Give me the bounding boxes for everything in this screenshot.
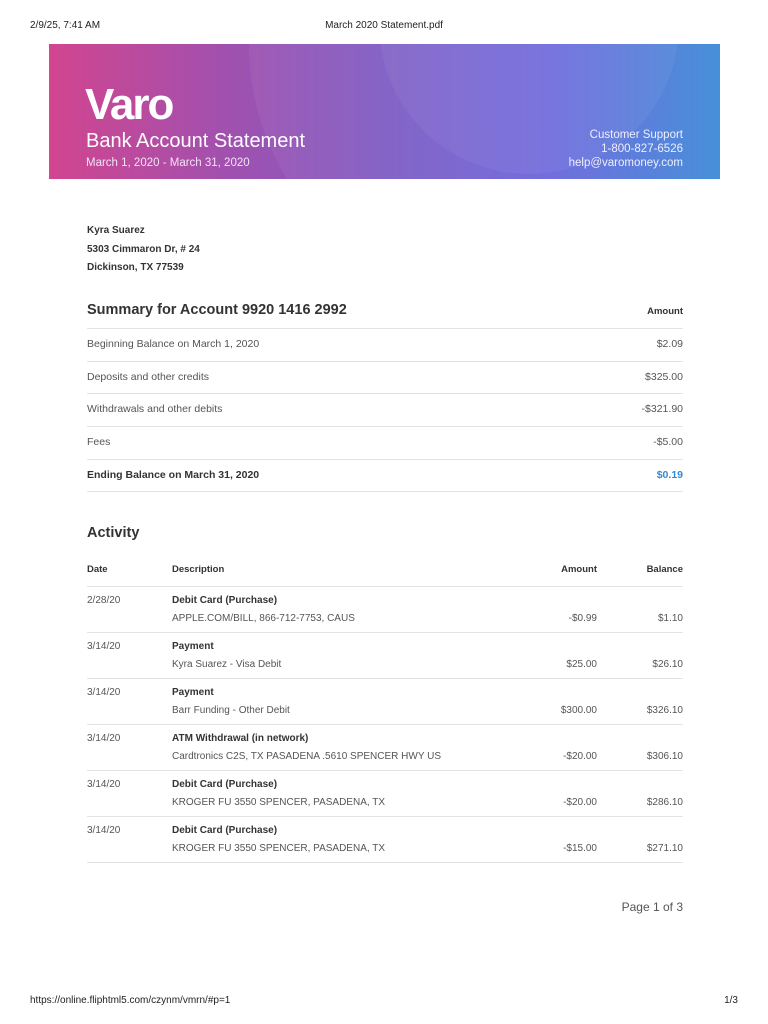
customer-name: Kyra Suarez xyxy=(87,225,145,236)
summary-title: Summary for Account 9920 1416 2992 xyxy=(87,302,347,318)
summary-row: Fees -$5.00 xyxy=(87,427,683,460)
summary-label: Deposits and other credits xyxy=(87,371,209,383)
transaction-date: 3/14/20 xyxy=(87,687,121,698)
statement-period: March 1, 2020 - March 31, 2020 xyxy=(86,157,250,169)
document-title: March 2020 Statement.pdf xyxy=(325,20,443,31)
transaction-type: Payment xyxy=(172,641,214,652)
activity-row: 3/14/20 Debit Card (Purchase) KROGER FU 35… xyxy=(87,817,683,863)
transaction-detail: Kyra Suarez - Visa Debit xyxy=(172,659,282,670)
summary-row: Beginning Balance on March 1, 2020 $2.09 xyxy=(87,329,683,362)
transaction-balance: $306.10 xyxy=(646,751,683,762)
activity-row: 3/14/20 Debit Card (Purchase) KROGER FU 35… xyxy=(87,771,683,817)
description-header: Description xyxy=(172,564,225,575)
summary-value: $2.09 xyxy=(656,338,683,350)
transaction-amount: $300.00 xyxy=(560,705,597,716)
summary-row: Deposits and other credits $325.00 xyxy=(87,362,683,394)
activity-header: Date Description Amount Balance xyxy=(87,564,683,587)
support-email: help@varomoney.com xyxy=(568,157,683,169)
activity-title: Activity xyxy=(87,525,140,541)
customer-street: 5303 Cimmaron Dr, # 24 xyxy=(87,243,200,255)
transaction-amount: -$20.00 xyxy=(563,797,597,808)
support-label: Customer Support xyxy=(589,129,683,141)
transaction-amount: -$0.99 xyxy=(568,613,597,624)
summary-value: $325.00 xyxy=(645,371,683,383)
activity-row: 2/28/20 Debit Card (Purchase) APPLE.COM/BI… xyxy=(87,587,683,633)
summary-label: Withdrawals and other debits xyxy=(87,403,223,415)
ending-balance-row: Ending Balance on March 31, 2020 $0.19 xyxy=(87,460,683,492)
customer-support: Customer Support 1-800-827-6526 help@var… xyxy=(569,128,683,170)
transaction-date: 3/14/20 xyxy=(87,641,121,652)
transaction-balance: $286.10 xyxy=(646,797,683,808)
page-number: Page 1 of 3 xyxy=(621,900,683,914)
transaction-balance: $1.10 xyxy=(657,613,683,624)
statement-banner: Varo Bank Account Statement March 1, 202… xyxy=(49,44,720,179)
transaction-date: 2/28/20 xyxy=(87,595,121,606)
activity-row: 3/14/20 Payment Kyra Suarez - Visa Debit $2… xyxy=(87,633,683,679)
summary-row: Withdrawals and other debits -$321.90 xyxy=(87,394,683,427)
amount-header: Amount xyxy=(561,564,597,575)
transaction-type: ATM Withdrawal (in network) xyxy=(172,733,309,744)
transaction-date: 3/14/20 xyxy=(87,779,121,790)
amount-header: Amount xyxy=(647,306,683,317)
summary-header: Summary for Account 9920 1416 2992 Amoun… xyxy=(87,302,683,329)
transaction-amount: $25.00 xyxy=(566,659,597,670)
transaction-detail: APPLE.COM/BILL, 866-712-7753, CAUS xyxy=(172,613,355,624)
support-phone: 1-800-827-6526 xyxy=(601,143,683,155)
ending-balance-label: Ending Balance on March 31, 2020 xyxy=(87,469,260,481)
page-url: https://online.fliphtml5.com/czynm/vmrn/… xyxy=(30,995,231,1006)
transaction-detail: KROGER FU 3550 SPENCER, PASADENA, TX xyxy=(172,843,386,854)
summary-value: -$5.00 xyxy=(653,436,683,448)
summary-label: Beginning Balance on March 1, 2020 xyxy=(87,338,260,350)
customer-address: Kyra Suarez 5303 Cimmaron Dr, # 24 Dicki… xyxy=(87,222,200,278)
transaction-date: 3/14/20 xyxy=(87,825,121,836)
transaction-amount: -$15.00 xyxy=(563,843,597,854)
balance-header: Balance xyxy=(646,564,683,575)
activity-row: 3/14/20 ATM Withdrawal (in network) Cardtr… xyxy=(87,725,683,771)
transaction-amount: -$20.00 xyxy=(563,751,597,762)
transaction-date: 3/14/20 xyxy=(87,733,121,744)
summary-label: Fees xyxy=(87,436,111,448)
customer-city: Dickinson, TX 77539 xyxy=(87,262,184,273)
ending-balance-value: $0.19 xyxy=(656,469,683,481)
varo-logo: Varo xyxy=(85,80,174,129)
transaction-type: Debit Card (Purchase) xyxy=(172,825,278,836)
transaction-balance: $326.10 xyxy=(646,705,683,716)
transaction-detail: Cardtronics C2S, TX PASADENA .5610 SPENC… xyxy=(172,751,441,762)
transaction-balance: $271.10 xyxy=(646,843,683,854)
summary-value: -$321.90 xyxy=(641,403,683,415)
statement-title: Bank Account Statement xyxy=(86,130,306,152)
transaction-type: Debit Card (Purchase) xyxy=(172,595,278,606)
transaction-type: Debit Card (Purchase) xyxy=(172,779,278,790)
transaction-type: Payment xyxy=(172,687,214,698)
print-page-count: 1/3 xyxy=(724,995,738,1006)
transaction-detail: KROGER FU 3550 SPENCER, PASADENA, TX xyxy=(172,797,386,808)
transaction-balance: $26.10 xyxy=(652,659,683,670)
activity-row: 3/14/20 Payment Barr Funding - Other Debit… xyxy=(87,679,683,725)
date-header: Date xyxy=(87,564,108,575)
transaction-detail: Barr Funding - Other Debit xyxy=(172,705,290,716)
